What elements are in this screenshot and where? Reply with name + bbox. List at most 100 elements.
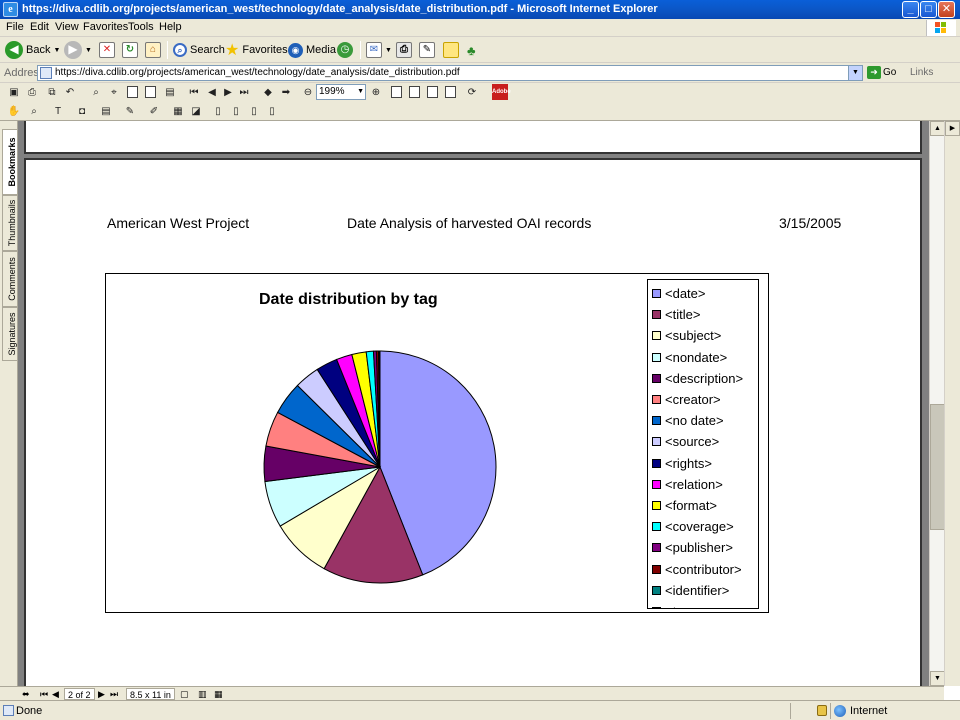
next-page-icon[interactable]: ▶ (220, 84, 236, 100)
crop-tool-icon[interactable]: ▯ (228, 103, 244, 119)
text-select-icon[interactable]: T (50, 103, 66, 119)
pages-icon[interactable]: ▤ (162, 84, 178, 100)
tab-comments[interactable]: Comments (2, 251, 17, 307)
home-button[interactable]: ⌂ (145, 40, 161, 60)
back-button[interactable]: ◀ Back ▼ (5, 40, 60, 60)
next-page-button[interactable]: ▶ (98, 688, 105, 700)
discuss-button[interactable] (443, 40, 459, 60)
tab-thumbnails[interactable]: Thumbnails (2, 195, 17, 251)
favorites-button[interactable]: ★ Favorites (225, 40, 288, 60)
menu-view[interactable]: View (55, 21, 79, 33)
zoom-tool-icon[interactable]: ⌕ (26, 103, 42, 119)
tab-signatures[interactable]: Signatures (2, 307, 17, 361)
acrobat-status-bar: ⬌ ⏮ ◀ 2 of 2 ▶ ⏭ 8.5 x 11 in ▢ ▥ ▦ (0, 686, 944, 700)
highlighter-icon[interactable]: ✐ (146, 103, 162, 119)
back-dropdown-icon[interactable]: ▼ (53, 47, 60, 54)
link-tool-icon[interactable]: ▯ (210, 103, 226, 119)
legend-swatch (652, 289, 661, 298)
lock-icon[interactable] (817, 705, 827, 716)
address-url[interactable]: https://diva.cdlib.org/projects/american… (55, 67, 460, 78)
page-indicator[interactable]: 2 of 2 (64, 688, 95, 700)
menu-favorites[interactable]: Favorites (83, 21, 128, 33)
rotate-icon[interactable]: ⟳ (464, 84, 480, 100)
doc-icon[interactable] (124, 84, 140, 100)
print-button[interactable]: ⎙ (396, 40, 412, 60)
zoom-level-field[interactable]: 199% ▼ (316, 84, 366, 100)
media-button[interactable]: ◉ Media (288, 40, 336, 60)
menu-edit[interactable]: Edit (30, 21, 49, 33)
note-tool-icon[interactable]: ▤ (98, 103, 114, 119)
windows-flag-icon (935, 22, 947, 34)
windows-logo (926, 20, 956, 36)
fit-width-icon[interactable] (424, 84, 440, 100)
search-pdf-icon[interactable]: ⌖ (106, 84, 122, 100)
fit-page-icon[interactable] (406, 84, 422, 100)
actual-size-icon[interactable] (388, 84, 404, 100)
document-viewport[interactable]: American West Project Date Analysis of h… (18, 121, 929, 686)
prev-page-button[interactable]: ◀ (52, 688, 59, 700)
go-button[interactable]: ➜ Go (867, 66, 896, 79)
copy-icon[interactable]: ⧉ (44, 84, 60, 100)
legend-label: <subject> (665, 328, 722, 344)
first-page-icon[interactable]: ⏮ (186, 84, 202, 100)
scroll-down-button[interactable]: ▼ (930, 671, 945, 686)
go-back-icon[interactable]: ◆ (260, 84, 276, 100)
facing-icon[interactable]: ▦ (214, 688, 223, 700)
stamp-icon[interactable]: ▦ (170, 103, 186, 119)
minimize-button[interactable]: _ (902, 1, 919, 18)
attach-icon[interactable]: ▯ (264, 103, 280, 119)
close-button[interactable]: ✕ (938, 1, 955, 18)
messenger-button[interactable]: ♣ (467, 40, 476, 60)
eraser-icon[interactable]: ◪ (188, 103, 204, 119)
address-input[interactable]: https://diva.cdlib.org/projects/american… (37, 65, 863, 81)
nav-pane-toggle-icon[interactable]: ⬌ (22, 688, 30, 700)
find-icon[interactable]: ⌕ (88, 84, 104, 100)
tab-bookmarks[interactable]: Bookmarks (2, 129, 17, 195)
forward-dropdown-icon[interactable]: ▼ (85, 47, 92, 54)
adobe-logo-icon[interactable]: Adobe (492, 84, 511, 100)
single-page-icon[interactable]: ▢ (180, 688, 189, 700)
chart-title: Date distribution by tag (259, 291, 438, 308)
mail-dropdown-icon[interactable]: ▼ (385, 47, 392, 54)
panel-arrow-icon[interactable]: ▶ (945, 121, 960, 136)
forward-button[interactable]: ▶ ▼ (64, 40, 92, 60)
edit-button[interactable]: ✎ (419, 40, 435, 60)
menu-tools[interactable]: Tools (128, 21, 154, 33)
mail-button[interactable]: ✉ ▼ (366, 40, 392, 60)
zoom-in-icon[interactable]: ⊕ (368, 84, 384, 100)
favorites-star-icon: ★ (225, 42, 240, 59)
document-vertical-scrollbar[interactable]: ▲ ▼ (929, 121, 945, 686)
print-pdf-icon[interactable]: ⎙ (24, 84, 40, 100)
menu-help[interactable]: Help (159, 21, 182, 33)
search-button[interactable]: ⌕ Search (173, 40, 225, 60)
snapshot-icon[interactable]: ◘ (74, 103, 90, 119)
prev-page-icon[interactable]: ◀ (204, 84, 220, 100)
address-dropdown-icon[interactable]: ▼ (848, 66, 862, 80)
zoom-out-icon[interactable]: ⊖ (300, 84, 316, 100)
hand-tool-icon[interactable]: ✋ (6, 103, 22, 119)
go-forward-icon[interactable]: ➡ (278, 84, 294, 100)
undo-icon[interactable]: ↶ (62, 84, 78, 100)
save-icon[interactable]: ▣ (6, 84, 22, 100)
history-button[interactable]: ◷ (337, 40, 353, 60)
zoom-dropdown-icon[interactable]: ▼ (357, 85, 364, 99)
ie-app-icon[interactable]: e (3, 2, 18, 17)
refresh-button[interactable]: ↻ (122, 40, 138, 60)
last-page-button[interactable]: ⏭ (110, 688, 118, 700)
security-zone[interactable]: Internet (834, 705, 887, 717)
first-page-button[interactable]: ⏮ (40, 688, 48, 700)
stop-button[interactable]: ✕ (99, 40, 115, 60)
pencil-tool-icon[interactable]: ✎ (122, 103, 138, 119)
fit-visible-icon[interactable] (442, 84, 458, 100)
maximize-button[interactable]: □ (920, 1, 937, 18)
doc-copy-icon[interactable] (142, 84, 158, 100)
scroll-up-button[interactable]: ▲ (930, 121, 945, 136)
scroll-thumb[interactable] (930, 404, 945, 530)
links-label[interactable]: Links (910, 67, 933, 78)
media-label: Media (306, 44, 336, 56)
form-tool-icon[interactable]: ▯ (246, 103, 262, 119)
continuous-icon[interactable]: ▥ (198, 688, 207, 700)
menu-file[interactable]: File (6, 21, 24, 33)
legend-item: <source> (652, 431, 719, 452)
last-page-icon[interactable]: ⏭ (236, 84, 252, 100)
